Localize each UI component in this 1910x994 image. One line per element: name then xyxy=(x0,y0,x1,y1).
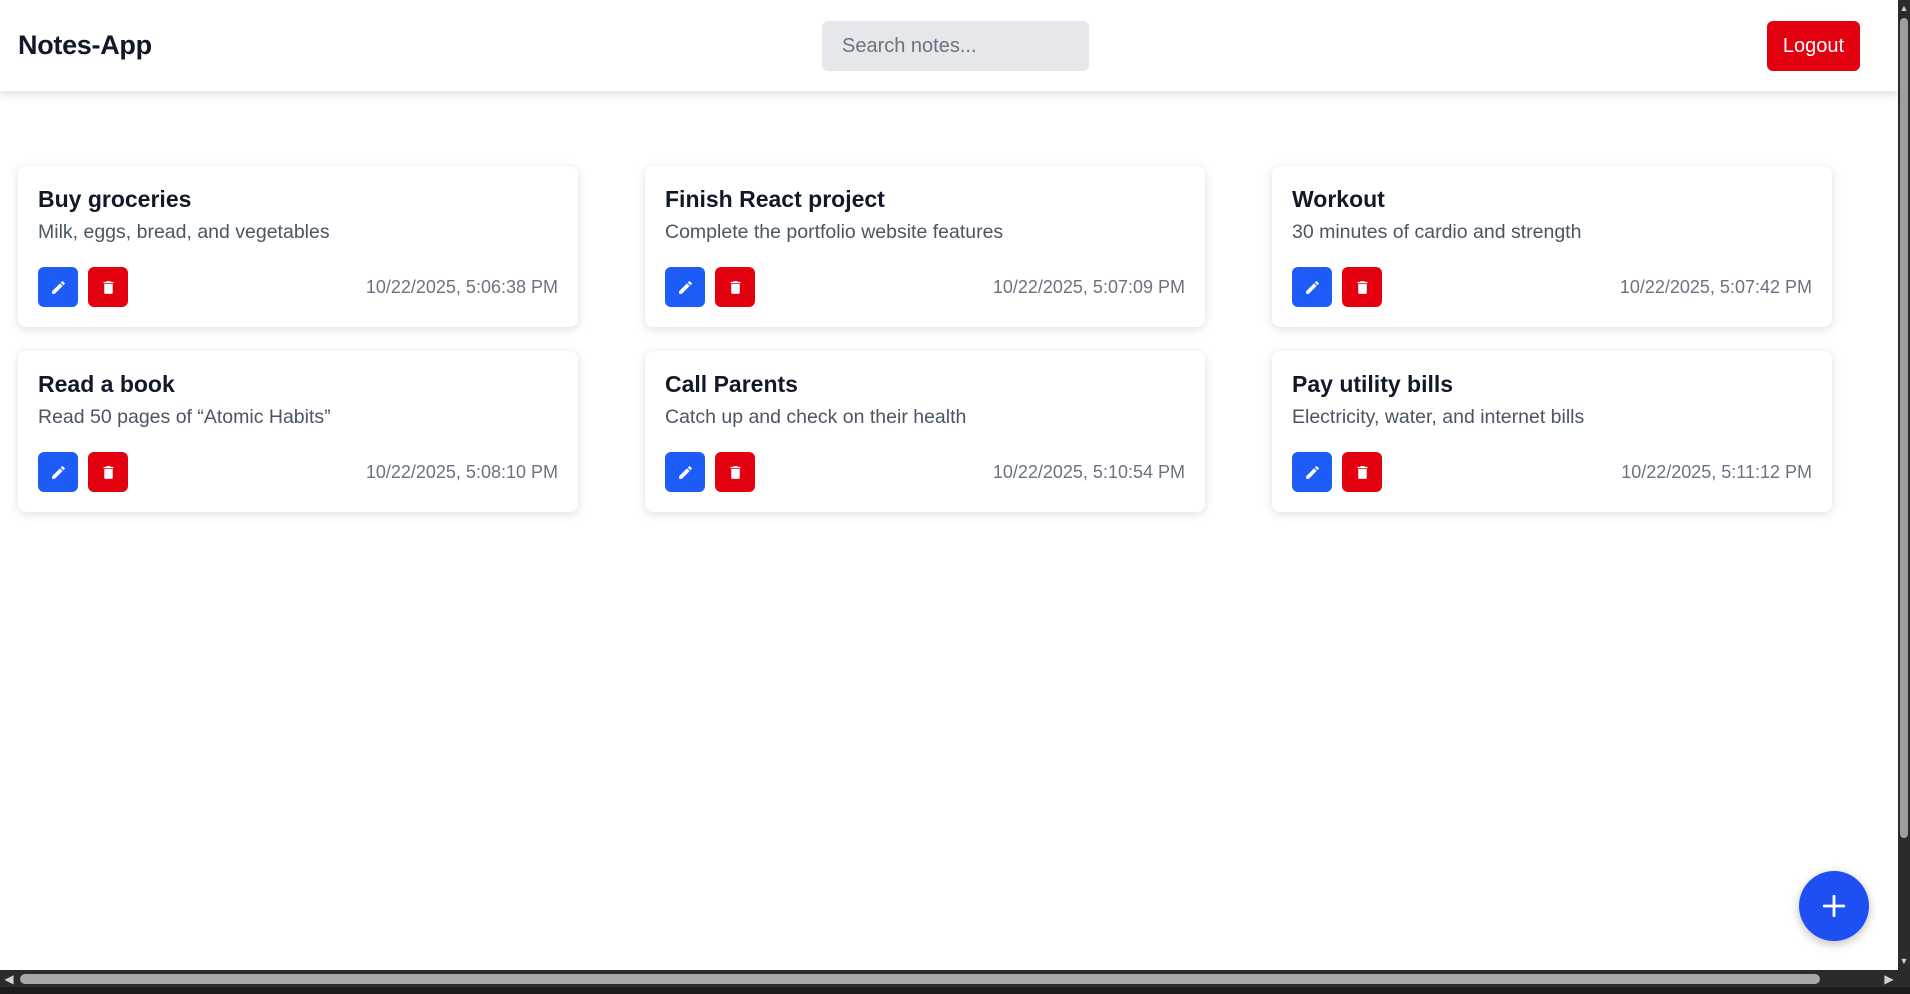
note-title: Workout xyxy=(1292,186,1385,212)
note-card: Read a book Read 50 pages of “Atomic Hab… xyxy=(18,351,578,512)
vertical-scrollbar[interactable]: ▲ ▼ xyxy=(1898,0,1910,970)
vertical-scroll-thumb[interactable] xyxy=(1900,18,1908,838)
note-card: Pay utility bills Electricity, water, an… xyxy=(1272,351,1832,512)
scroll-left-arrow-icon[interactable]: ◀ xyxy=(2,972,16,986)
scroll-right-arrow-icon[interactable]: ▶ xyxy=(1882,972,1896,986)
edit-note-button[interactable] xyxy=(1292,267,1332,307)
note-title: Read a book xyxy=(38,371,175,397)
note-card: Finish React project Complete the portfo… xyxy=(645,166,1205,327)
add-note-button[interactable] xyxy=(1799,871,1869,941)
trash-icon xyxy=(103,280,113,294)
edit-note-button[interactable] xyxy=(665,267,705,307)
delete-note-button[interactable] xyxy=(1342,267,1382,307)
trash-icon xyxy=(103,465,113,479)
note-timestamp: 10/22/2025, 5:11:12 PM xyxy=(1621,462,1812,482)
trash-icon xyxy=(730,465,740,479)
logout-button[interactable]: Logout xyxy=(1767,21,1860,71)
horizontal-scroll-track[interactable]: ◀ ▶ xyxy=(0,970,1898,987)
delete-note-button[interactable] xyxy=(1342,452,1382,492)
note-timestamp: 10/22/2025, 5:06:38 PM xyxy=(365,277,558,297)
edit-note-button[interactable] xyxy=(38,452,78,492)
note-card: Call Parents Catch up and check on their… xyxy=(645,351,1205,512)
navbar: Notes-App Logout xyxy=(0,0,1898,91)
delete-note-button[interactable] xyxy=(88,452,128,492)
note-card: Workout 30 minutes of cardio and strengt… xyxy=(1272,166,1832,327)
note-title: Buy groceries xyxy=(38,186,192,212)
pencil-icon xyxy=(678,280,692,294)
pencil-icon xyxy=(678,465,692,479)
edit-note-button[interactable] xyxy=(665,452,705,492)
search-input[interactable] xyxy=(822,21,1089,71)
trash-icon xyxy=(1357,465,1367,479)
scroll-up-arrow-icon[interactable]: ▲ xyxy=(1898,2,1910,14)
note-title: Call Parents xyxy=(665,371,798,397)
note-title: Finish React project xyxy=(665,186,885,212)
note-timestamp: 10/22/2025, 5:07:09 PM xyxy=(992,277,1185,297)
app-brand: Notes-App xyxy=(18,30,152,60)
note-body: 30 minutes of cardio and strength xyxy=(1292,221,1582,243)
note-body: Complete the portfolio website features xyxy=(665,221,1004,243)
plus-icon xyxy=(1822,894,1846,918)
app-viewport: Notes-App Logout Buy groceries Milk, egg… xyxy=(0,0,1898,970)
note-timestamp: 10/22/2025, 5:07:42 PM xyxy=(1619,277,1812,297)
delete-note-button[interactable] xyxy=(715,267,755,307)
delete-note-button[interactable] xyxy=(715,452,755,492)
note-timestamp: 10/22/2025, 5:10:54 PM xyxy=(992,462,1185,482)
note-timestamp: 10/22/2025, 5:08:10 PM xyxy=(365,462,558,482)
trash-icon xyxy=(1357,280,1367,294)
note-body: Electricity, water, and internet bills xyxy=(1292,406,1585,428)
pencil-icon xyxy=(1305,280,1319,294)
edit-note-button[interactable] xyxy=(1292,452,1332,492)
pencil-icon xyxy=(51,465,65,479)
horizontal-scrollbar[interactable]: ◀ ▶ xyxy=(0,970,1910,994)
notes-grid: Buy groceries Milk, eggs, bread, and veg… xyxy=(18,166,1832,512)
trash-icon xyxy=(730,280,740,294)
note-title: Pay utility bills xyxy=(1292,371,1454,397)
edit-note-button[interactable] xyxy=(38,267,78,307)
pencil-icon xyxy=(1305,465,1319,479)
scroll-down-arrow-icon[interactable]: ▼ xyxy=(1898,955,1910,967)
pencil-icon xyxy=(51,280,65,294)
note-body: Read 50 pages of “Atomic Habits” xyxy=(38,406,331,428)
note-body: Catch up and check on their health xyxy=(665,406,967,428)
note-body: Milk, eggs, bread, and vegetables xyxy=(38,221,330,243)
note-card: Buy groceries Milk, eggs, bread, and veg… xyxy=(18,166,578,327)
window-bottom-edge xyxy=(0,987,1910,994)
delete-note-button[interactable] xyxy=(88,267,128,307)
horizontal-scroll-thumb[interactable] xyxy=(20,974,1820,984)
